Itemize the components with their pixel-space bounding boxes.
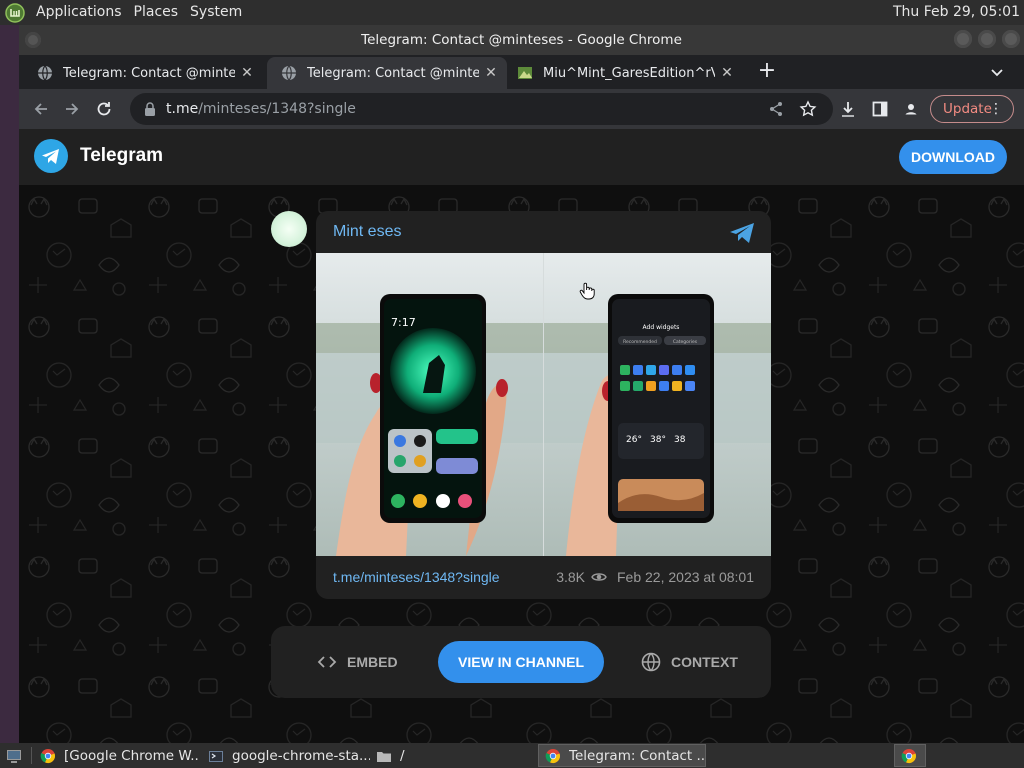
- chrome-icon: [545, 748, 560, 763]
- tab-rar[interactable]: Miu^Mint_GaresEdition^rV.RAR ✕: [503, 57, 743, 89]
- download-button[interactable]: DOWNLOAD: [899, 140, 1007, 174]
- globe-icon: [38, 65, 52, 81]
- taskbar-separator: [31, 747, 32, 764]
- code-brackets-icon: [317, 656, 337, 668]
- globe-icon: [641, 652, 661, 672]
- bookmark-star-icon[interactable]: [798, 99, 818, 119]
- tab-telegram-2[interactable]: Telegram: Contact @minteses ✕: [267, 57, 507, 89]
- workspace-switcher[interactable]: [894, 744, 926, 767]
- channel-avatar[interactable]: [271, 211, 307, 247]
- menu-system[interactable]: System: [184, 0, 248, 25]
- folder-icon: [377, 751, 391, 762]
- extension-download-icon[interactable]: [838, 99, 858, 119]
- eye-icon: [591, 573, 607, 581]
- taskbar-item-telegram-chrome[interactable]: Telegram: Contact ...: [538, 744, 706, 767]
- window-titlebar[interactable]: Telegram: Contact @minteses - Google Chr…: [19, 25, 1024, 55]
- lock-icon[interactable]: [144, 102, 156, 116]
- menu-places[interactable]: Places: [128, 0, 185, 25]
- address-bar[interactable]: t.me/minteses/1348?single: [130, 93, 833, 125]
- telegram-header: Telegram DOWNLOAD: [19, 129, 1024, 185]
- message-meta: 3.8K Feb 22, 2023 at 08:01: [556, 569, 754, 585]
- widgets-tab-categories: Categories: [673, 339, 698, 345]
- message-card: Mint eses 7:17 Add widgets Recommended C…: [316, 211, 771, 599]
- embed-label: EMBED: [347, 654, 398, 670]
- more-menu-icon[interactable]: ⋮: [989, 101, 1003, 117]
- message-permalink[interactable]: t.me/minteses/1348?single: [333, 569, 500, 585]
- profile-icon[interactable]: [901, 99, 921, 119]
- telegram-page: Telegram DOWNLOAD Mint eses 7:17 Add wid…: [19, 129, 1024, 743]
- menu-applications[interactable]: Applications: [30, 0, 128, 25]
- new-tab-button[interactable]: +: [756, 60, 778, 83]
- terminal-icon: [209, 750, 223, 762]
- widget-temp-3: 38: [674, 435, 686, 445]
- taskbar-item-terminal[interactable]: google-chrome-sta...: [202, 744, 370, 767]
- tab-telegram-1[interactable]: Telegram: Contact @minteses ✕: [23, 57, 263, 89]
- mint-menu-icon[interactable]: [4, 2, 26, 24]
- forward-arrow-icon[interactable]: [62, 99, 82, 119]
- chevron-down-icon[interactable]: [988, 63, 1006, 81]
- taskbar-label: /: [400, 747, 405, 764]
- back-arrow-icon[interactable]: [31, 99, 51, 119]
- chrome-window: Telegram: Contact @minteses - Google Chr…: [19, 25, 1024, 743]
- message-date: Feb 22, 2023 at 08:01: [617, 569, 754, 585]
- close-window-button[interactable]: [1002, 30, 1020, 48]
- image-file-icon: [518, 67, 532, 79]
- taskbar-label: Telegram: Contact ...: [569, 747, 705, 764]
- chrome-icon: [40, 748, 55, 763]
- url-text: t.me/minteses/1348?single: [166, 101, 356, 117]
- update-label: Update: [943, 101, 992, 117]
- tab-label: Miu^Mint_GaresEdition^rV.RAR: [543, 65, 715, 81]
- desktop-background: [0, 25, 19, 743]
- tab-close-icon[interactable]: ✕: [239, 65, 255, 81]
- embed-button[interactable]: EMBED: [317, 641, 398, 683]
- context-button[interactable]: CONTEXT: [641, 641, 738, 683]
- share-icon[interactable]: [766, 99, 786, 119]
- system-taskbar: [Google Chrome W... google-chrome-sta...…: [0, 743, 1024, 768]
- tab-close-icon[interactable]: ✕: [719, 65, 735, 81]
- reload-icon[interactable]: [94, 99, 114, 119]
- tab-label: Telegram: Contact @minteses: [307, 65, 479, 81]
- message-actions-bar: EMBED VIEW IN CHANNEL CONTEXT: [271, 626, 771, 698]
- view-count: 3.8K: [556, 569, 585, 585]
- widgets-heading: Add widgets: [643, 324, 680, 331]
- window-menu-button[interactable]: [25, 32, 41, 48]
- widgets-tab-recommended: Recommended: [623, 339, 657, 345]
- telegram-brand[interactable]: Telegram: [80, 145, 163, 167]
- tab-label: Telegram: Contact @minteses: [63, 65, 235, 81]
- update-button[interactable]: Update ⋮: [930, 95, 1014, 123]
- browser-toolbar: t.me/minteses/1348?single Update ⋮: [19, 89, 1024, 129]
- side-panel-icon[interactable]: [870, 99, 890, 119]
- system-top-panel: Applications Places System Thu Feb 29, 0…: [0, 0, 1024, 25]
- phone-clock: 7:17: [391, 316, 416, 329]
- context-label: CONTEXT: [671, 654, 738, 670]
- telegram-logo-icon[interactable]: [34, 139, 68, 173]
- view-in-channel-button[interactable]: VIEW IN CHANNEL: [438, 641, 604, 683]
- taskbar-item-file-manager[interactable]: /: [370, 744, 534, 767]
- widget-temp-2: 38°: [650, 435, 666, 445]
- system-clock[interactable]: Thu Feb 29, 05:01: [893, 0, 1020, 25]
- widget-temp-1: 26°: [626, 435, 642, 445]
- chrome-icon: [901, 748, 916, 763]
- tab-close-icon[interactable]: ✕: [483, 65, 499, 81]
- tab-strip: Telegram: Contact @minteses ✕ Telegram: …: [19, 55, 1024, 89]
- telegram-plane-icon[interactable]: [729, 222, 755, 244]
- taskbar-item-chrome-window[interactable]: [Google Chrome W...: [34, 744, 200, 767]
- minimize-button[interactable]: [954, 30, 972, 48]
- maximize-button[interactable]: [978, 30, 996, 48]
- globe-icon: [282, 65, 296, 81]
- window-title: Telegram: Contact @minteses - Google Chr…: [361, 32, 682, 48]
- taskbar-label: [Google Chrome W...: [64, 747, 200, 764]
- message-photo[interactable]: 7:17 Add widgets Recommended Categories …: [316, 253, 771, 556]
- hand-cursor-icon: [579, 282, 595, 300]
- desktop-icon: [7, 749, 21, 763]
- taskbar-label: google-chrome-sta...: [232, 747, 370, 764]
- message-author[interactable]: Mint eses: [333, 223, 401, 241]
- show-desktop-button[interactable]: [0, 744, 30, 767]
